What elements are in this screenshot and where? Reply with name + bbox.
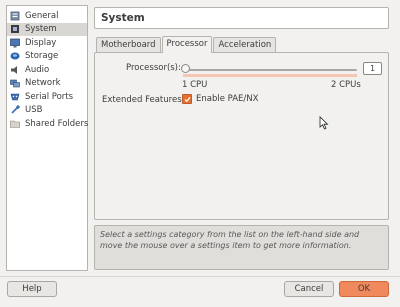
sidebar-item-display[interactable]: Display [7,36,87,50]
slider-min-label: 1 CPU [182,80,208,90]
tab-processor[interactable]: Processor [161,36,213,53]
enable-pae-nx-checkbox[interactable] [182,94,192,104]
processor-panel [94,52,389,220]
extended-features-label: Extended Features: [102,95,185,105]
shared-folders-icon [10,119,20,129]
enable-pae-nx-label: Enable PAE/NX [196,94,259,104]
storage-icon [10,51,20,61]
processor-count-spinbox[interactable]: 1 [363,62,382,75]
sidebar-item-label: USB [25,105,43,116]
sidebar-item-general[interactable]: General [7,9,87,23]
cancel-button[interactable]: Cancel [284,281,334,297]
sidebar-item-audio[interactable]: Audio [7,63,87,77]
sidebar-item-label: Network [25,78,61,89]
settings-category-list[interactable]: General System Display Storage Audio Net… [6,5,88,271]
checkmark-icon [184,96,191,102]
footer-divider [0,276,400,277]
sidebar-item-label: Storage [25,51,59,62]
general-icon [10,11,20,21]
processor-slider-handle[interactable] [181,64,190,73]
sidebar-item-storage[interactable]: Storage [7,50,87,64]
enable-pae-nx-option[interactable]: Enable PAE/NX [182,94,258,104]
info-message: Select a settings category from the list… [94,225,389,270]
sidebar-item-label: General [25,10,59,21]
sidebar-item-label: Shared Folders [25,118,89,129]
sidebar-item-label: System [25,24,57,35]
sidebar-item-shared-folders[interactable]: Shared Folders [7,117,89,131]
sidebar-item-serial-ports[interactable]: Serial Ports [7,90,87,104]
audio-icon [10,65,20,75]
serial-ports-icon [10,92,20,102]
processor-recommended-range [183,74,357,77]
sidebar-item-label: Serial Ports [25,91,74,102]
tab-motherboard[interactable]: Motherboard [96,37,161,52]
sidebar-item-usb[interactable]: USB [7,104,87,118]
tab-acceleration[interactable]: Acceleration [213,37,277,52]
sidebar-item-label: Display [25,37,57,48]
tab-bar: Motherboard Processor Acceleration [96,36,277,53]
sidebar-item-system[interactable]: System [7,22,87,36]
sidebar-item-label: Audio [25,64,50,75]
processor-count-label: Processor(s): [126,63,181,73]
mouse-pointer-icon [319,116,329,130]
display-icon [10,38,20,48]
ok-button[interactable]: OK [339,281,389,297]
page-title: System [94,7,389,29]
slider-max-label: 2 CPUs [331,80,361,90]
usb-icon [10,105,20,115]
processor-slider-track[interactable] [183,69,357,71]
network-icon [10,78,20,88]
help-button[interactable]: Help [7,281,57,297]
system-icon [10,24,20,34]
sidebar-item-network[interactable]: Network [7,77,87,91]
